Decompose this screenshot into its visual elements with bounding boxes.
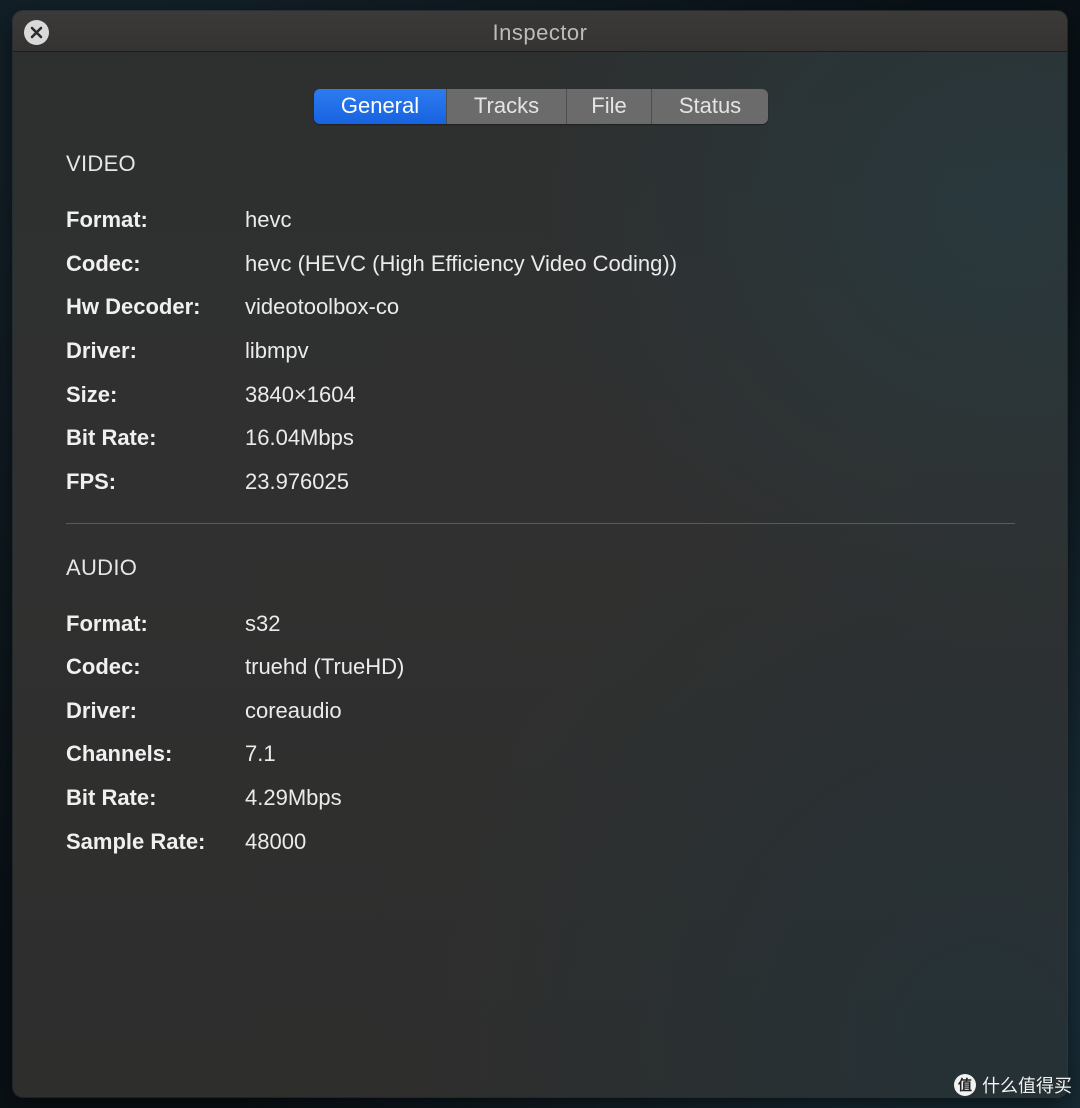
window-title: Inspector [492,20,588,45]
audio-bitrate-row: Bit Rate: 4.29Mbps [66,785,966,815]
video-format-value: hevc [245,207,292,232]
audio-sample-rate-row: Sample Rate: 48000 [66,829,966,859]
audio-format-value: s32 [245,611,281,636]
tab-bar: General Tracks File Status [314,89,768,124]
audio-section-heading: AUDIO [66,555,138,580]
audio-sample-rate-value: 48000 [245,829,307,854]
video-bitrate-label: Bit Rate: [66,425,157,450]
video-hw-decoder-label: Hw Decoder: [66,294,201,319]
audio-channels-label: Channels: [66,741,173,766]
title-bar[interactable]: Inspector [13,11,1067,52]
audio-channels-row: Channels: 7.1 [66,741,966,771]
video-hw-decoder-value: videotoolbox-co [245,294,400,319]
audio-format-label: Format: [66,611,148,636]
tab-general[interactable]: General [314,89,446,124]
video-codec-row: Codec: hevc (HEVC (High Efficiency Video… [66,251,966,281]
tab-tracks[interactable]: Tracks [446,89,566,124]
inspector-window: Inspector General Tracks File Status VID… [13,11,1067,1097]
audio-driver-value: coreaudio [245,698,342,723]
watermark-logo: 值 [954,1074,976,1096]
video-format-row: Format: hevc [66,207,966,237]
audio-driver-row: Driver: coreaudio [66,698,966,728]
audio-channels-value: 7.1 [245,741,276,766]
section-divider [66,523,1015,524]
tab-file[interactable]: File [566,89,651,124]
video-size-label: Size: [66,382,118,407]
video-size-row: Size: 3840×1604 [66,382,966,412]
video-fps-row: FPS: 23.976025 [66,469,966,499]
audio-bitrate-value: 4.29Mbps [245,785,342,810]
close-icon [30,26,43,39]
watermark-text: 什么值得买 [982,1076,1072,1097]
watermark: 值 什么值得买 [954,1072,1072,1098]
audio-codec-row: Codec: truehd (TrueHD) [66,654,966,684]
tab-status[interactable]: Status [651,89,768,124]
video-section-heading: VIDEO [66,151,136,176]
video-size-value: 3840×1604 [245,382,356,407]
audio-sample-rate-label: Sample Rate: [66,829,206,854]
video-fps-value: 23.976025 [245,469,349,494]
video-bitrate-value: 16.04Mbps [245,425,354,450]
video-hw-decoder-row: Hw Decoder: videotoolbox-co [66,294,966,324]
audio-driver-label: Driver: [66,698,137,723]
audio-codec-value: truehd (TrueHD) [245,654,405,679]
video-driver-label: Driver: [66,338,137,363]
video-fps-label: FPS: [66,469,117,494]
audio-format-row: Format: s32 [66,611,966,641]
video-format-label: Format: [66,207,148,232]
close-button[interactable] [24,20,49,45]
video-bitrate-row: Bit Rate: 16.04Mbps [66,425,966,455]
audio-bitrate-label: Bit Rate: [66,785,157,810]
video-codec-label: Codec: [66,251,141,276]
audio-codec-label: Codec: [66,654,141,679]
video-driver-row: Driver: libmpv [66,338,966,368]
video-driver-value: libmpv [245,338,309,363]
video-codec-value: hevc (HEVC (High Efficiency Video Coding… [245,251,678,276]
